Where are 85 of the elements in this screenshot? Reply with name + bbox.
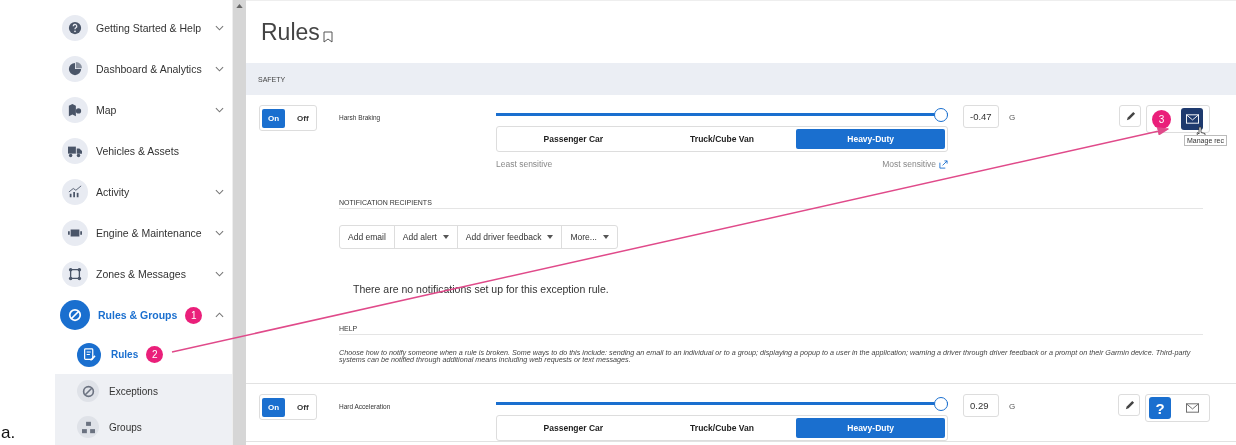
chevron-down-icon (215, 106, 224, 113)
sidebar-item[interactable]: Rules & Groups 1 (55, 294, 232, 336)
segment-option[interactable]: Truck/Cube Van (647, 129, 797, 149)
chevron-down-icon (215, 271, 224, 278)
step-badge: 3 (1152, 109, 1171, 129)
page-title: Rules (261, 18, 320, 46)
scale-label: Least sensitive (496, 159, 553, 169)
sidebar-item[interactable]: Vehicles & Assets (55, 130, 232, 172)
envelope-icon (1185, 114, 1199, 124)
segment-option[interactable]: Heavy-Duty (796, 129, 945, 149)
document-edit-icon (77, 342, 101, 367)
caret-icon (442, 235, 449, 239)
envelope-icon (1185, 403, 1199, 414)
unit-label: G (1009, 113, 1016, 122)
edit-button[interactable] (1118, 394, 1140, 417)
segment-option[interactable]: Truck/Cube Van (647, 418, 797, 439)
hierarchy-icon (77, 416, 99, 439)
chevron-down-icon (215, 230, 224, 237)
map-icon (62, 96, 88, 123)
chevron-up-icon (215, 312, 224, 319)
slider-thumb[interactable] (934, 397, 948, 412)
value-field[interactable]: -0.47 (963, 105, 999, 128)
pie-chart-icon (62, 55, 88, 82)
segment-option[interactable]: Passenger Car (499, 418, 648, 439)
slider-track[interactable] (496, 107, 948, 123)
nav-label: Exceptions (109, 386, 158, 397)
email-button[interactable] (1181, 108, 1203, 130)
edit-button[interactable] (1119, 105, 1141, 127)
nav-label: Zones & Messages (96, 268, 186, 281)
sidebar-item[interactable]: Getting Started & Help (55, 7, 232, 49)
truck-icon (62, 137, 88, 164)
segment-option[interactable]: Heavy-Duty (796, 418, 945, 439)
slider-track[interactable] (496, 396, 948, 413)
slashed-circle-icon (60, 300, 90, 331)
pencil-icon (1124, 110, 1136, 122)
value-field[interactable]: 0.29 (963, 394, 999, 418)
toggle-option[interactable]: Off (291, 108, 315, 128)
nav-label: Rules (111, 349, 139, 361)
dropdown-button[interactable]: Add alert (393, 226, 457, 248)
caret-icon (547, 235, 554, 239)
help-button[interactable]: ? (1149, 397, 1171, 420)
scale-label: Most sensitive (882, 159, 936, 169)
step-badge: 2 (146, 346, 164, 364)
slashed-circle-icon (77, 380, 99, 403)
nav-label: Activity (96, 186, 130, 199)
nav-label: Getting Started & Help (96, 21, 202, 34)
slider-thumb[interactable] (934, 108, 948, 122)
scroll-up-icon[interactable] (236, 4, 243, 8)
on-off-toggle[interactable]: On Off (259, 105, 317, 131)
caret-icon (602, 235, 609, 239)
toggle-option[interactable]: On (262, 397, 286, 417)
help-icon (62, 14, 88, 41)
toggle-option[interactable]: Off (291, 397, 315, 417)
nav-label: Dashboard & Analytics (96, 62, 202, 75)
bookmark-icon[interactable] (322, 31, 333, 43)
nav-label: Engine & Maintenance (96, 227, 202, 240)
nodes-icon (62, 261, 88, 288)
sidebar-item[interactable]: Dashboard & Analytics (55, 48, 232, 90)
chevron-down-icon (215, 24, 224, 31)
segment-option[interactable]: Passenger Car (499, 129, 648, 149)
nav-label: Groups (109, 421, 142, 433)
toggle-option[interactable]: On (262, 108, 286, 128)
external-link-icon[interactable] (939, 159, 948, 169)
bar-chart-icon (62, 179, 88, 206)
sidebar-subitem[interactable]: Groups (55, 409, 232, 445)
engine-icon (62, 220, 88, 247)
dropdown-button[interactable]: Add driver feedback (456, 226, 562, 248)
scrollbar[interactable] (232, 0, 246, 445)
chevron-down-icon (215, 65, 224, 72)
sidebar-item[interactable]: Engine & Maintenance (55, 212, 232, 254)
add-button[interactable]: Add email (340, 226, 394, 248)
chevron-down-icon (215, 189, 224, 196)
dropdown-button[interactable]: More... (561, 226, 617, 248)
unit-label: G (1009, 402, 1016, 412)
on-off-toggle[interactable]: On Off (259, 394, 317, 421)
pencil-icon (1123, 399, 1135, 411)
sidebar-item[interactable]: Map (55, 89, 232, 131)
nav-label: Rules & Groups (98, 309, 178, 322)
list-label: a. (1, 423, 16, 443)
nav-label: Map (96, 103, 117, 116)
nav-label: Vehicles & Assets (96, 144, 179, 157)
sidebar-item[interactable]: Zones & Messages (55, 253, 232, 295)
sidebar-subitem[interactable]: Exceptions (55, 373, 232, 410)
sidebar-item[interactable]: Activity (55, 171, 232, 213)
step-badge: 1 (185, 306, 203, 324)
